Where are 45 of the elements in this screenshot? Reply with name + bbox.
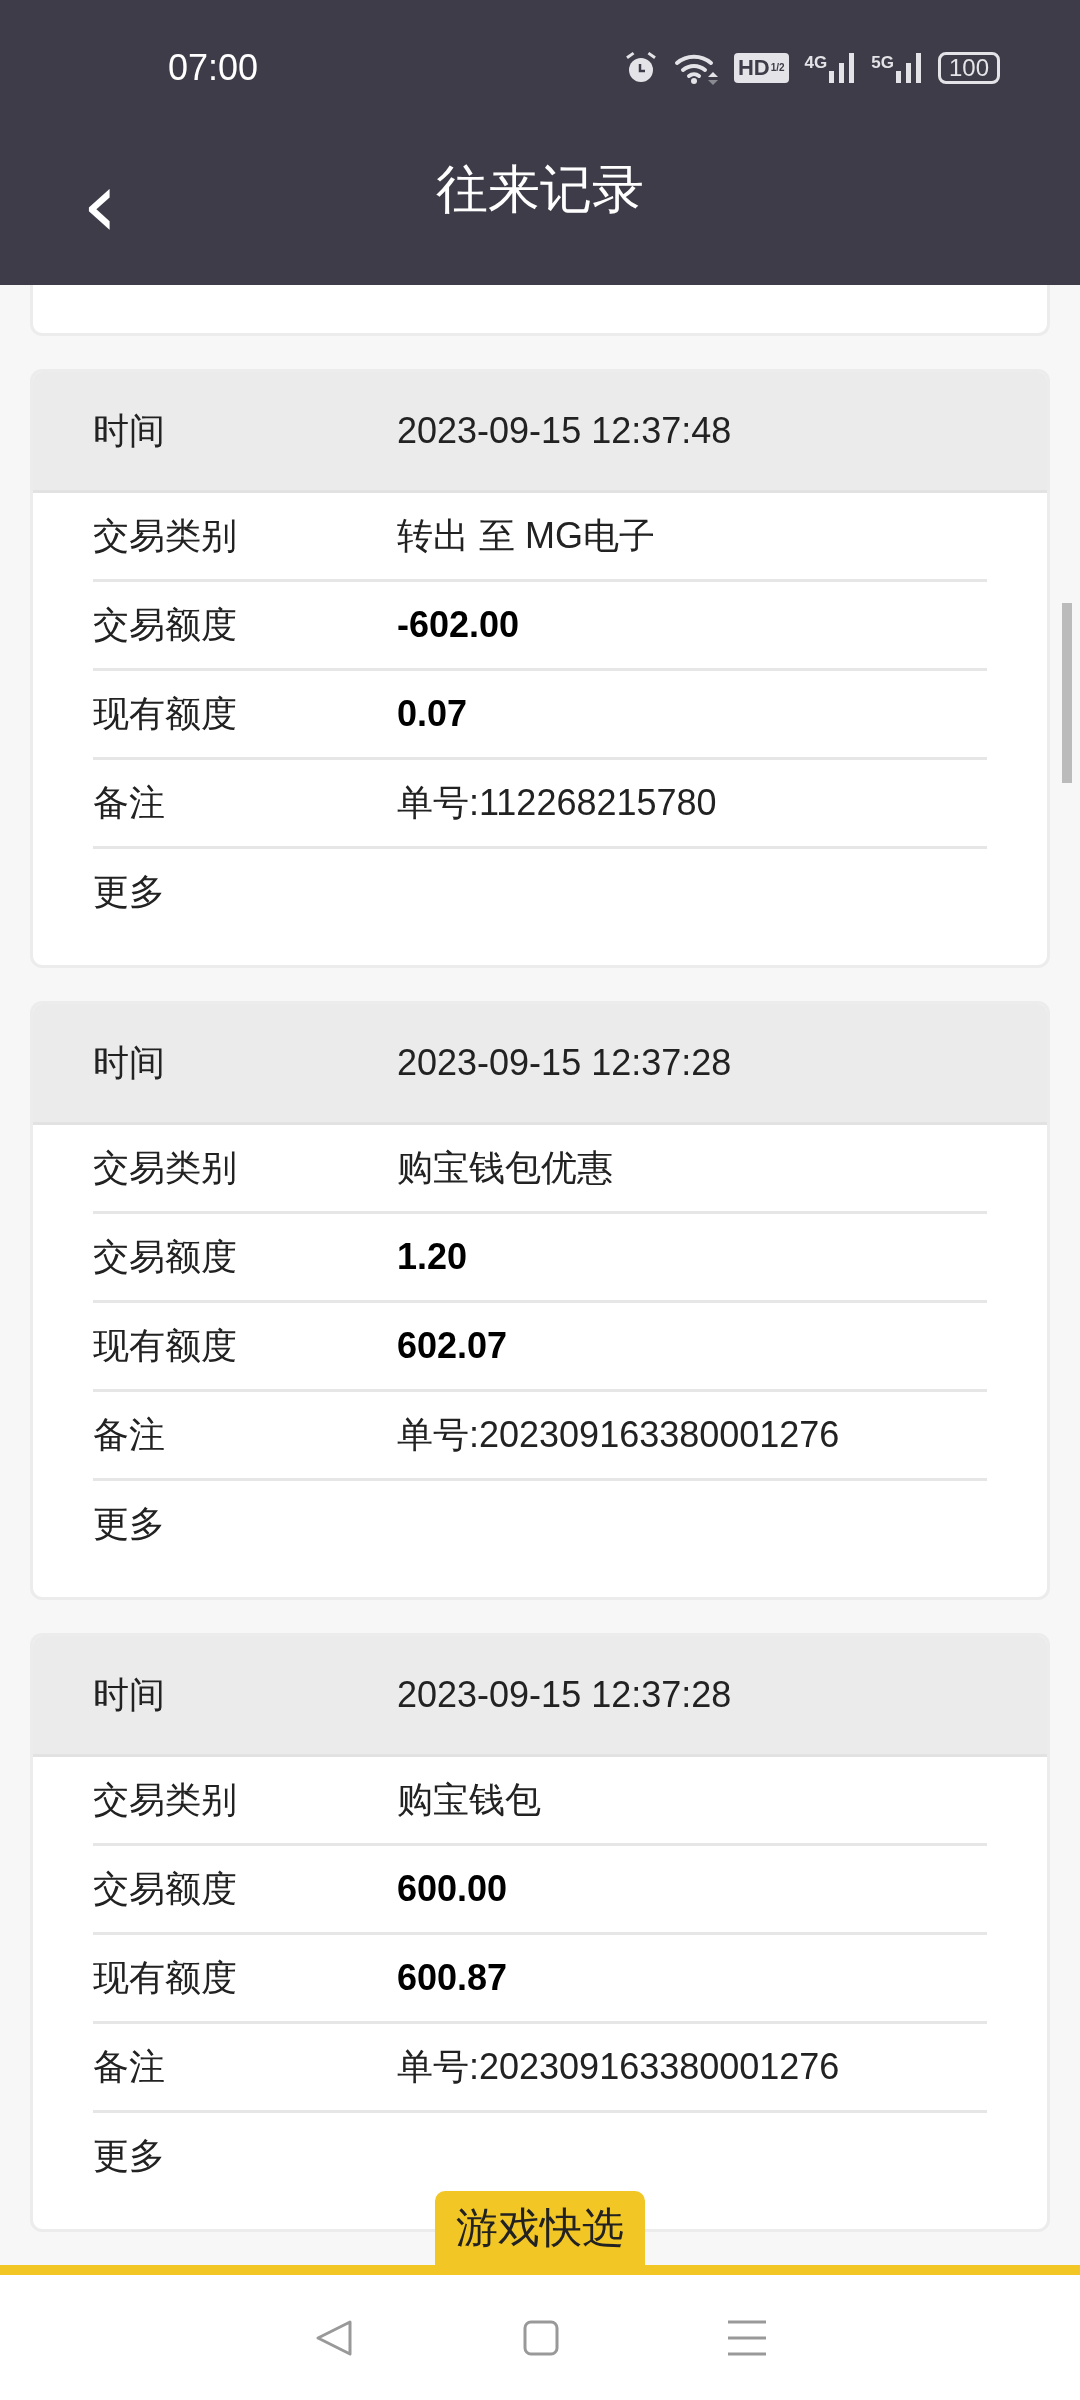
network-label: 4G bbox=[804, 52, 828, 73]
field-label: 时间 bbox=[93, 1672, 166, 1717]
field-label: 现有额度 bbox=[93, 1323, 238, 1368]
more-link[interactable]: 更多 bbox=[93, 1499, 397, 1549]
home-icon[interactable] bbox=[523, 2319, 559, 2356]
amount-value: 600.87 bbox=[397, 1957, 508, 1999]
field-label: 备注 bbox=[93, 2044, 166, 2089]
amount-value: 600.00 bbox=[397, 1868, 508, 1910]
more-link[interactable]: 更多 bbox=[93, 2131, 397, 2181]
field-value: 购宝钱包优惠 bbox=[397, 1145, 613, 1190]
field-value: 单号:202309163380001276 bbox=[397, 1412, 840, 1457]
field-label: 备注 bbox=[93, 1412, 166, 1457]
field-label: 交易类别 bbox=[93, 1145, 238, 1190]
network-label: 5G bbox=[871, 52, 894, 73]
field-value: 单号:202309163380001276 bbox=[397, 2044, 840, 2089]
field-label: 现有额度 bbox=[93, 1955, 238, 2000]
back-button[interactable]: ‹ bbox=[72, 165, 128, 245]
field-label: 备注 bbox=[93, 780, 166, 825]
status-time: 07:00 bbox=[168, 46, 259, 89]
menu-icon[interactable] bbox=[727, 2319, 766, 2356]
field-value: 单号:112268215780 bbox=[397, 780, 717, 825]
field-value: 转出 至 MG电子 bbox=[397, 513, 655, 558]
field-label: 时间 bbox=[93, 1040, 166, 1085]
more-link[interactable]: 更多 bbox=[93, 867, 397, 917]
amount-value: 1.20 bbox=[397, 1236, 468, 1278]
field-label: 交易额度 bbox=[93, 1234, 238, 1279]
signal-icon bbox=[829, 52, 856, 83]
amount-value: 602.07 bbox=[397, 1325, 508, 1367]
field-label: 交易额度 bbox=[93, 602, 238, 647]
page-title: 往来记录 bbox=[436, 159, 644, 220]
field-value: 2023-09-15 12:37:28 bbox=[397, 1674, 732, 1716]
alarm-icon bbox=[623, 50, 658, 85]
field-value: 购宝钱包 bbox=[397, 1777, 541, 1822]
field-label: 交易类别 bbox=[93, 1777, 238, 1822]
amount-value: -602.00 bbox=[397, 604, 520, 646]
quick-pick-tab[interactable]: 游戏快选 bbox=[435, 2191, 645, 2265]
signal-icon bbox=[895, 52, 922, 83]
field-label: 交易类别 bbox=[93, 513, 238, 558]
field-value: 2023-09-15 12:37:28 bbox=[397, 1042, 732, 1084]
battery-indicator: 100 bbox=[937, 51, 1000, 84]
field-label: 时间 bbox=[93, 408, 166, 453]
field-label: 交易额度 bbox=[93, 1866, 238, 1911]
amount-value: 0.07 bbox=[397, 693, 468, 735]
field-value: 2023-09-15 12:37:48 bbox=[397, 410, 732, 452]
field-label: 现有额度 bbox=[93, 691, 238, 736]
